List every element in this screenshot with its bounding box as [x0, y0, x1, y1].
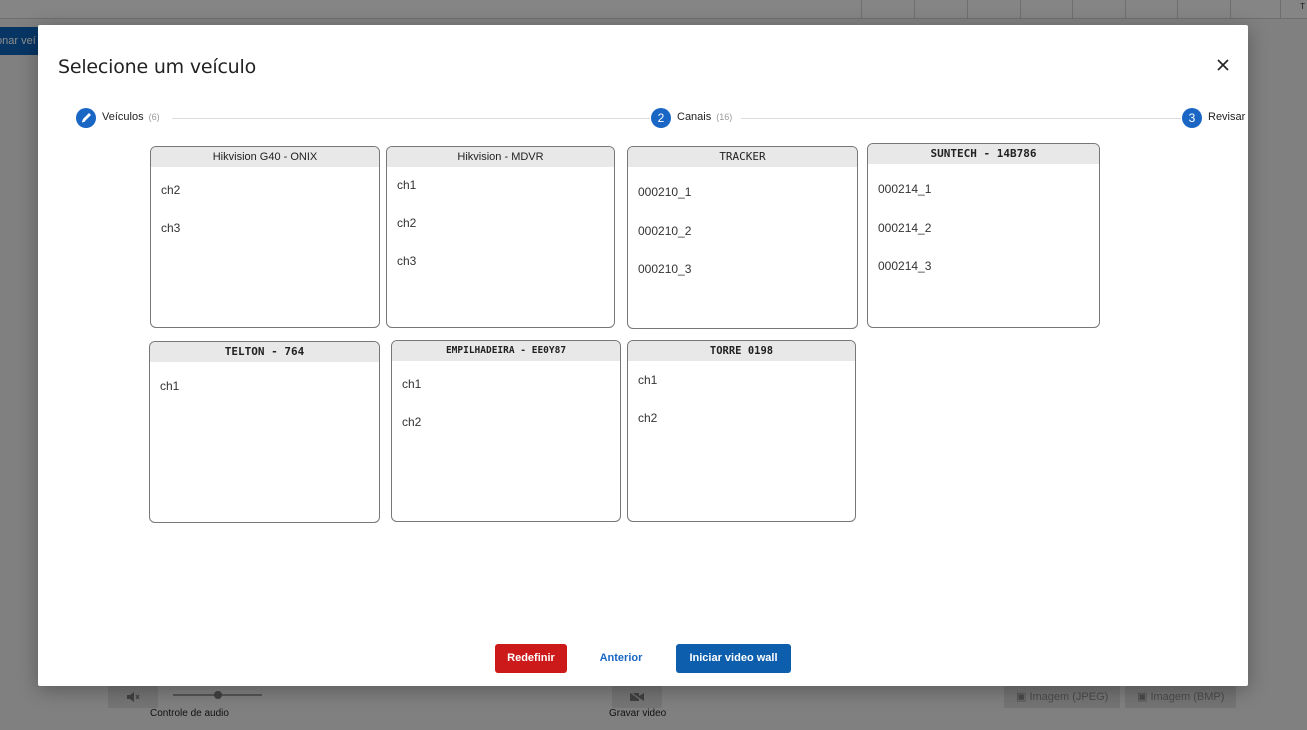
- step-vehicles-count: (6): [148, 112, 160, 122]
- step-channels-label: Canais: [677, 111, 712, 123]
- vehicle-card-title: EMPILHADEIRA - EE0Y87: [392, 341, 620, 361]
- channel-item[interactable]: 000214_2: [878, 221, 931, 235]
- vehicle-card-title: SUNTECH - 14B786: [868, 144, 1099, 164]
- vehicle-card: Hikvision G40 - ONIX ch2 ch3: [150, 146, 380, 328]
- reset-button[interactable]: Redefinir: [495, 644, 567, 673]
- stepper-line-2: [741, 118, 1181, 119]
- channel-item[interactable]: ch1: [402, 377, 421, 391]
- modal-title: Selecione um veículo: [58, 56, 257, 78]
- step-channels-number[interactable]: 2: [651, 108, 671, 128]
- channel-item[interactable]: 000210_1: [638, 185, 691, 199]
- channel-item[interactable]: ch2: [161, 183, 180, 197]
- vehicle-card: Hikvision - MDVR ch1 ch2 ch3: [386, 146, 615, 328]
- vehicle-card: EMPILHADEIRA - EE0Y87 ch1 ch2: [391, 340, 621, 522]
- step-review-label[interactable]: Revisar: [1208, 111, 1245, 123]
- vehicle-card: TRACKER 000210_1 000210_2 000210_3: [627, 146, 858, 329]
- step-channels-count: (16): [716, 112, 733, 122]
- channel-item[interactable]: 000210_3: [638, 262, 691, 276]
- stepper-line-1: [172, 118, 650, 119]
- previous-button[interactable]: Anterior: [591, 644, 651, 673]
- pencil-icon[interactable]: [76, 108, 96, 128]
- vehicle-card-title: TRACKER: [628, 147, 857, 167]
- close-icon[interactable]: [1214, 56, 1232, 74]
- vehicle-card: TORRE 0198 ch1 ch2: [627, 340, 856, 522]
- vehicle-card-title: Hikvision - MDVR: [387, 147, 614, 167]
- channel-item[interactable]: 000210_2: [638, 224, 691, 238]
- step-review-number[interactable]: 3: [1182, 108, 1202, 128]
- select-vehicle-modal: Selecione um veículo Veículos (6) 2 Canai…: [38, 25, 1248, 686]
- channel-item[interactable]: ch3: [161, 221, 180, 235]
- channel-item[interactable]: ch3: [397, 254, 416, 268]
- step-vehicles-label: Veículos: [102, 111, 144, 123]
- vehicle-card-title: TORRE 0198: [628, 341, 855, 361]
- start-video-wall-button[interactable]: Iniciar video wall: [676, 644, 791, 673]
- vehicle-card: TELTON - 764 ch1: [149, 341, 380, 523]
- channel-item[interactable]: ch1: [397, 178, 416, 192]
- vehicle-card-title: TELTON - 764: [150, 342, 379, 362]
- stepper: Veículos (6) 2 Canais (16) 3 Revisar: [76, 108, 1245, 130]
- channel-item[interactable]: ch2: [638, 411, 657, 425]
- channel-item[interactable]: ch1: [160, 379, 179, 393]
- channel-item[interactable]: ch2: [402, 415, 421, 429]
- vehicle-card-title: Hikvision G40 - ONIX: [151, 147, 379, 167]
- channel-item[interactable]: ch1: [638, 373, 657, 387]
- channel-item[interactable]: ch2: [397, 216, 416, 230]
- step-vehicles[interactable]: Veículos (6): [102, 111, 160, 123]
- channel-item[interactable]: 000214_1: [878, 182, 931, 196]
- step-channels[interactable]: Canais (16): [677, 111, 732, 123]
- vehicle-card: SUNTECH - 14B786 000214_1 000214_2 00021…: [867, 143, 1100, 328]
- channel-item[interactable]: 000214_3: [878, 259, 931, 273]
